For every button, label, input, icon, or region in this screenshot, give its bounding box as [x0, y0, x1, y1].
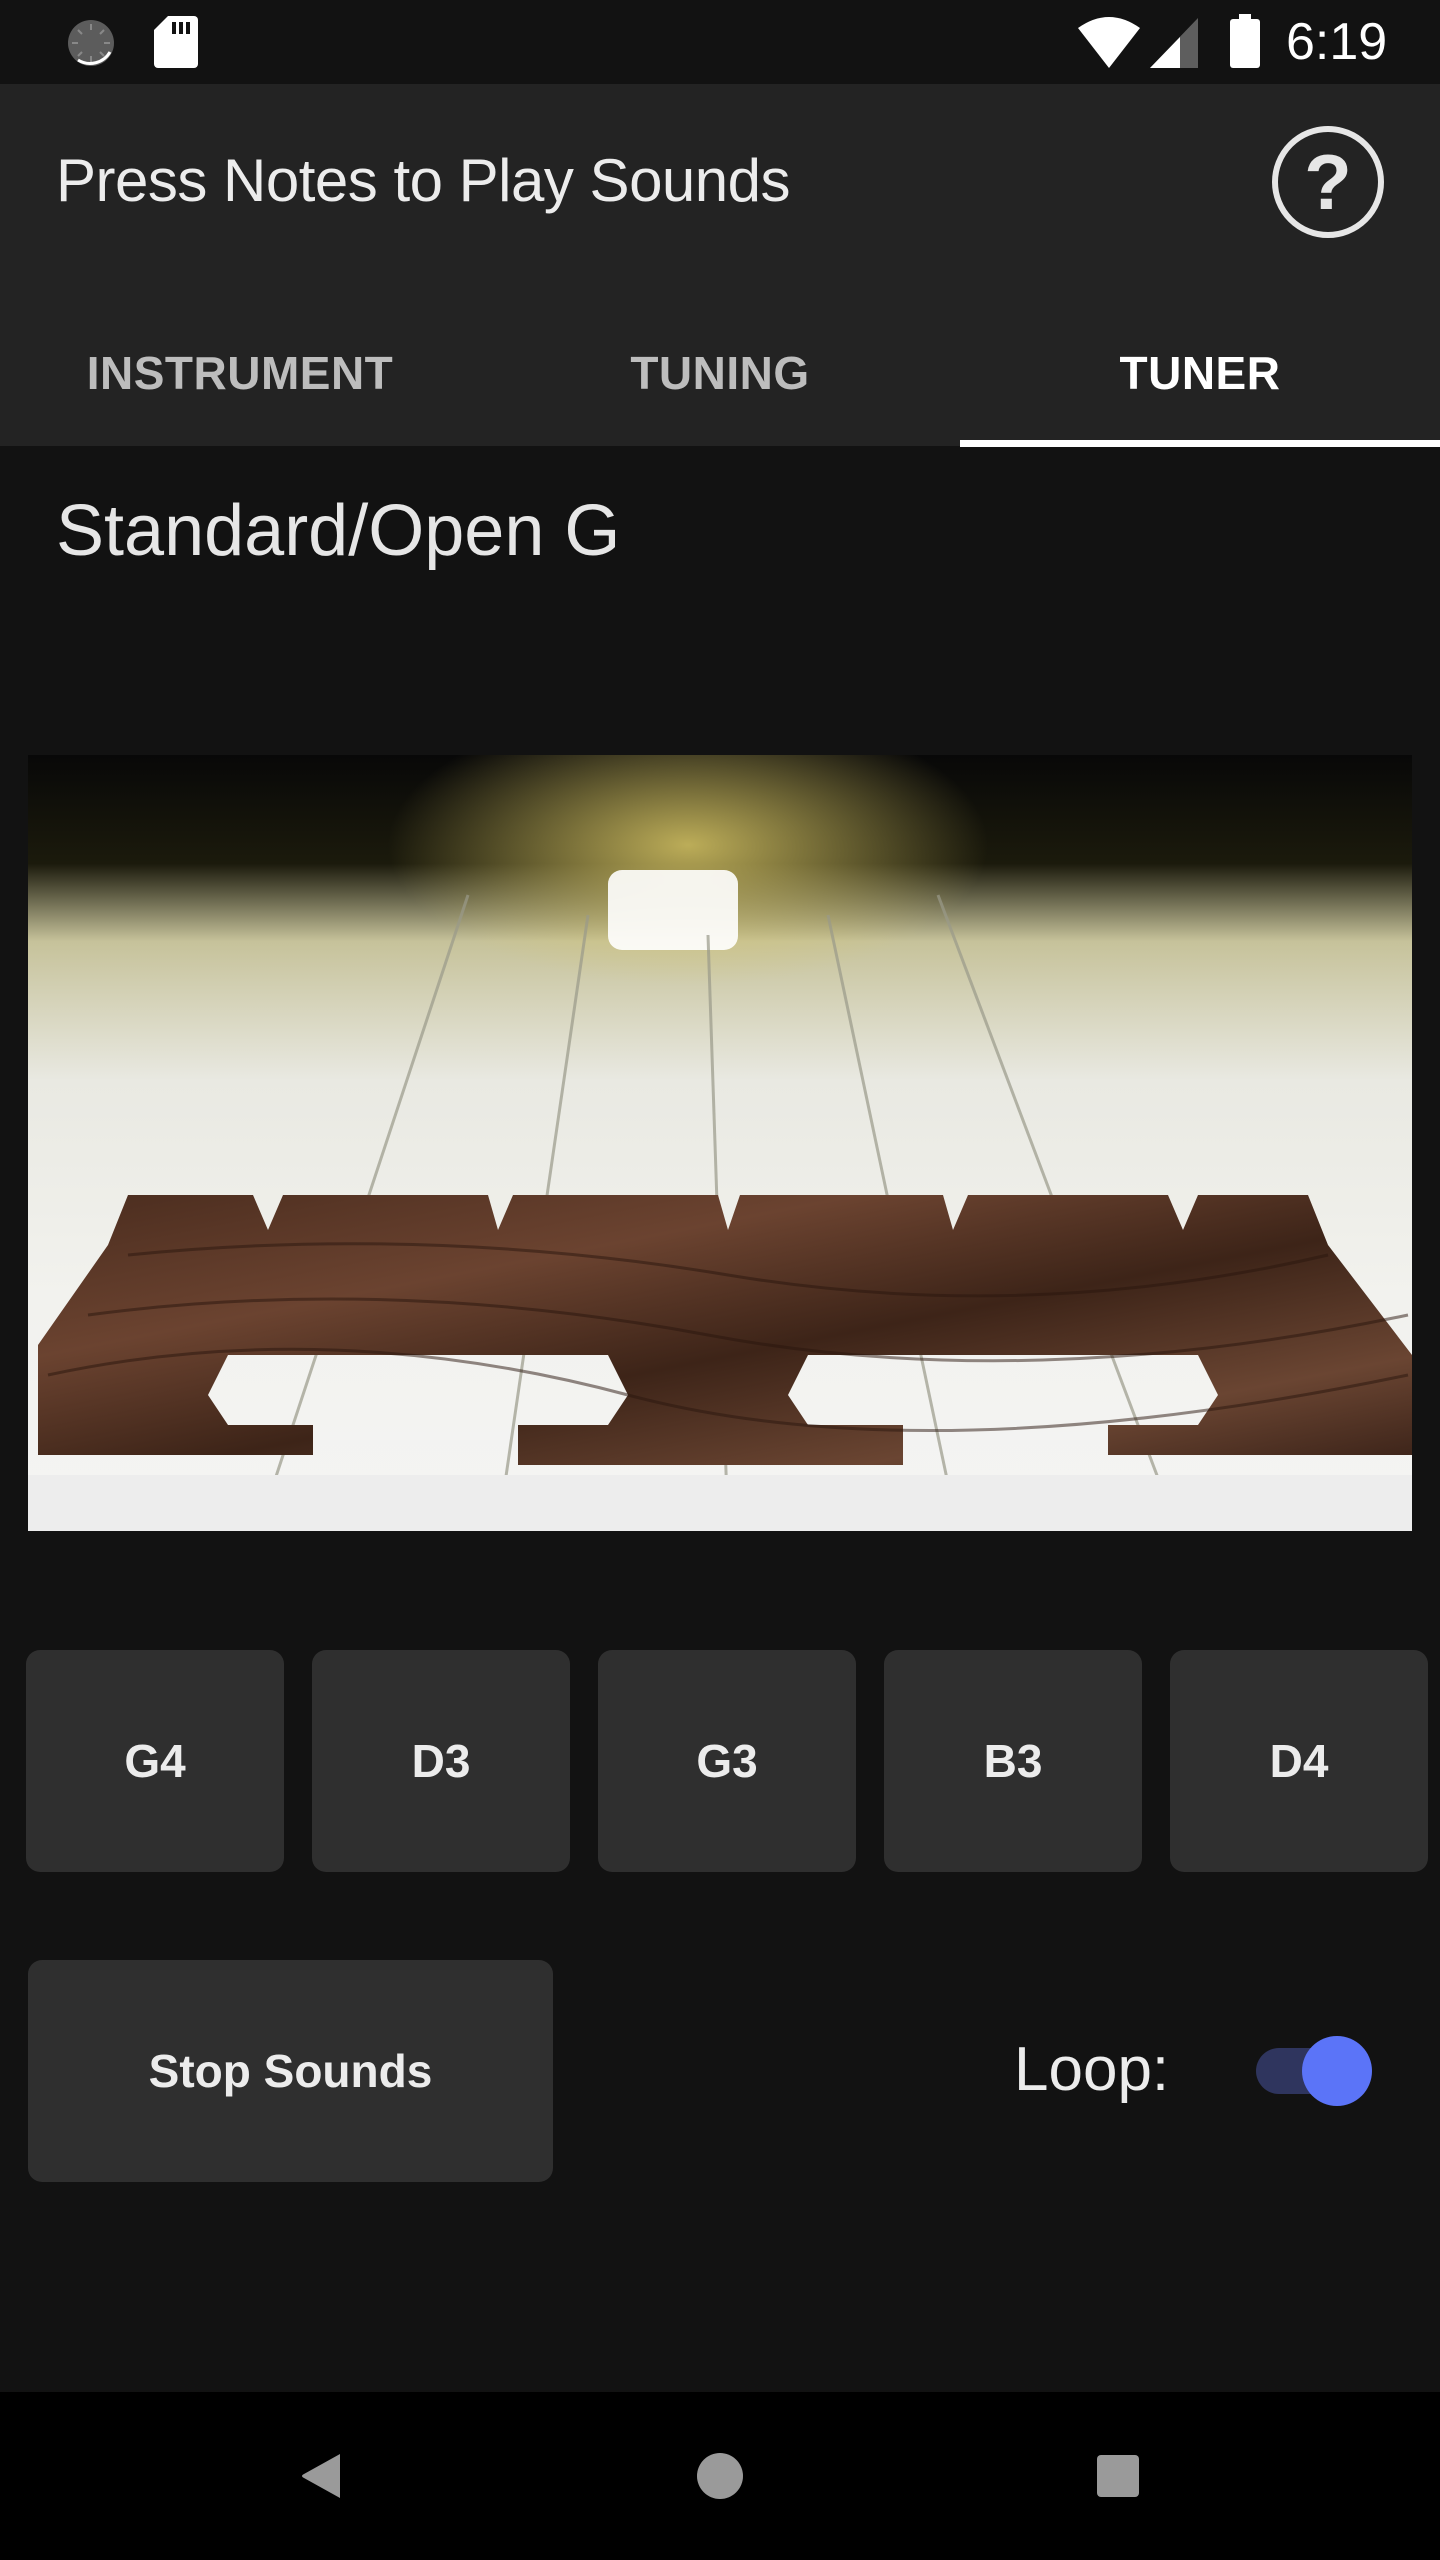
battery-icon [1230, 14, 1260, 68]
home-icon [697, 2453, 743, 2499]
back-icon [302, 2454, 340, 2498]
back-button[interactable] [222, 2392, 422, 2560]
sync-progress-icon [68, 20, 114, 66]
app-title: Press Notes to Play Sounds [56, 147, 791, 214]
home-button[interactable] [620, 2392, 820, 2560]
app-bar: Press Notes to Play Sounds ? INSTRUMENT … [0, 84, 1440, 446]
cell-signal-icon [1150, 18, 1198, 68]
status-bar: 6:19 [0, 0, 1440, 84]
sd-card-icon [154, 16, 198, 68]
help-button[interactable]: ? [1272, 126, 1384, 238]
recents-button[interactable] [1018, 2392, 1218, 2560]
note-button-d3[interactable]: D3 [312, 1650, 570, 1872]
tab-tuning[interactable]: TUNING [480, 300, 960, 446]
note-button-g3[interactable]: G3 [598, 1650, 856, 1872]
loop-toggle-thumb [1302, 2036, 1372, 2106]
note-button-b3[interactable]: B3 [884, 1650, 1142, 1872]
active-tab-indicator [960, 440, 1440, 447]
note-button-g4[interactable]: G4 [26, 1650, 284, 1872]
help-circle-icon: ? [1304, 137, 1352, 226]
note-button-d4[interactable]: D4 [1170, 1650, 1428, 1872]
recents-icon [1097, 2455, 1139, 2497]
banjo-bridge-image [28, 755, 1412, 1531]
loop-label: Loop: [1014, 2035, 1170, 2104]
stop-sounds-button[interactable]: Stop Sounds [28, 1960, 553, 2182]
tab-tuner[interactable]: TUNER [960, 300, 1440, 446]
loop-toggle[interactable] [1256, 2036, 1374, 2106]
banjo-bridge-illustration [28, 755, 1412, 1531]
tab-instrument[interactable]: INSTRUMENT [0, 300, 480, 446]
tab-bar: INSTRUMENT TUNING TUNER [0, 300, 1440, 446]
navigation-bar [0, 2392, 1440, 2560]
tuning-name: Standard/Open G [56, 491, 621, 571]
clock: 6:19 [1286, 13, 1388, 71]
wifi-icon [1078, 17, 1140, 68]
